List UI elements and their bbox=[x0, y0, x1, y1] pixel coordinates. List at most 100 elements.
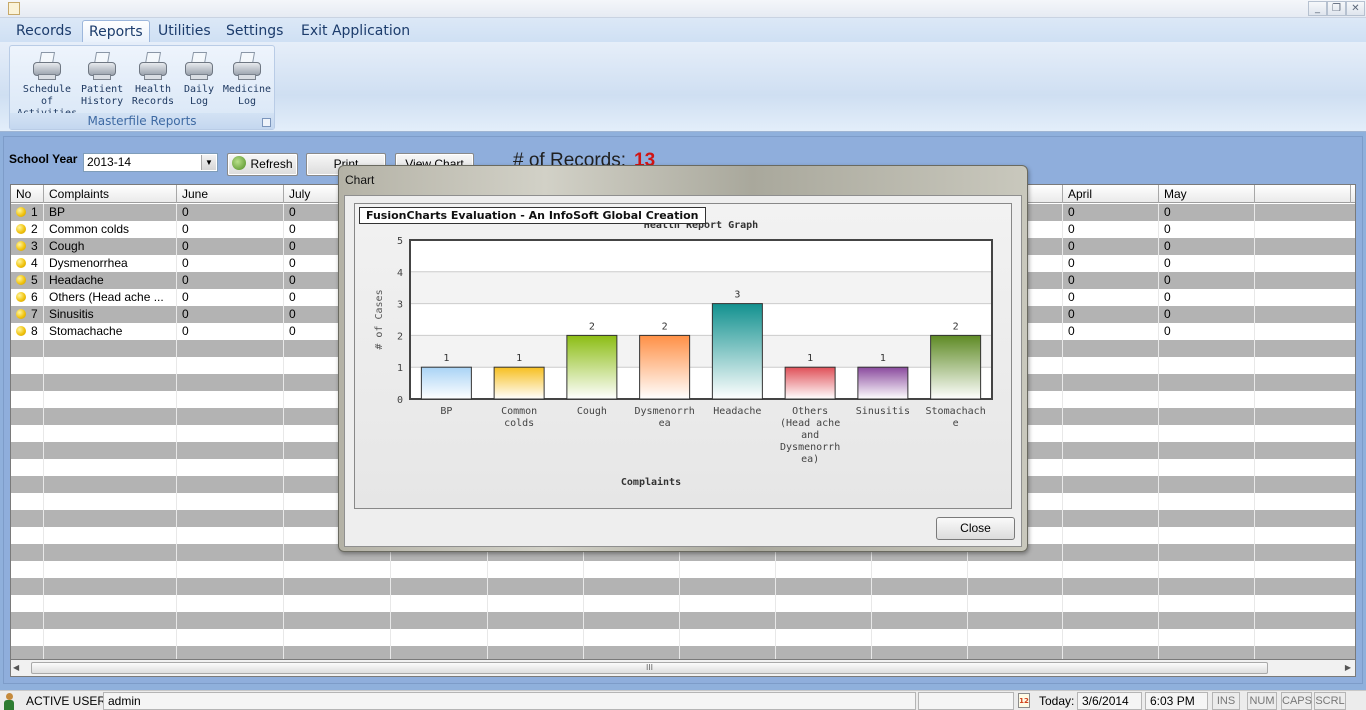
daily-log-button[interactable]: Daily Log bbox=[182, 52, 216, 108]
column-header[interactable]: June bbox=[177, 185, 284, 203]
x-tick-label: Others bbox=[792, 406, 828, 417]
empty-cell bbox=[1063, 544, 1159, 561]
horizontal-scrollbar[interactable]: ◀ III ▶ bbox=[10, 660, 1356, 677]
minimize-button[interactable]: _ bbox=[1308, 1, 1327, 16]
school-year-select[interactable]: 2013-14 ▼ bbox=[83, 153, 218, 172]
empty-cell bbox=[11, 391, 44, 408]
status-dot-icon bbox=[16, 275, 26, 285]
tab-exit-application[interactable]: Exit Application bbox=[295, 20, 416, 42]
app-icon bbox=[8, 2, 20, 15]
restore-button[interactable]: ❐ bbox=[1327, 1, 1346, 16]
printer-icon bbox=[32, 52, 62, 82]
tab-utilities[interactable]: Utilities bbox=[152, 20, 217, 42]
button-label: Log bbox=[189, 96, 209, 107]
column-header[interactable]: May bbox=[1159, 185, 1255, 203]
column-header[interactable]: April bbox=[1063, 185, 1159, 203]
table-row[interactable] bbox=[11, 629, 1355, 646]
close-window-button[interactable]: ✕ bbox=[1346, 1, 1365, 16]
may-cell: 0 bbox=[1159, 255, 1255, 272]
empty-cell bbox=[1159, 578, 1255, 595]
empty-cell bbox=[872, 612, 968, 629]
empty-cell bbox=[177, 544, 284, 561]
empty-cell bbox=[11, 340, 44, 357]
button-label: Health bbox=[134, 84, 172, 95]
tab-reports[interactable]: Reports bbox=[82, 20, 150, 42]
empty-cell bbox=[1159, 612, 1255, 629]
x-tick-label: colds bbox=[504, 418, 534, 429]
chevron-down-icon[interactable]: ▼ bbox=[201, 155, 216, 170]
empty-cell bbox=[1063, 612, 1159, 629]
empty-cell bbox=[177, 510, 284, 527]
empty-cell bbox=[1159, 391, 1255, 408]
empty-cell bbox=[776, 595, 872, 612]
x-tick-label: ea bbox=[659, 418, 671, 429]
ribbon-group-label: Masterfile Reports bbox=[10, 113, 274, 129]
row-number-cell: 6 bbox=[11, 289, 44, 306]
column-header-filler bbox=[1255, 185, 1351, 203]
tab-settings[interactable]: Settings bbox=[220, 20, 289, 42]
chart-frame: Health Report Graph 0 1 2 3 4 5 1 BP 1 Common colds… bbox=[354, 203, 1012, 509]
empty-cell bbox=[44, 476, 177, 493]
april-cell: 0 bbox=[1063, 238, 1159, 255]
table-row[interactable] bbox=[11, 595, 1355, 612]
scroll-right-icon[interactable]: ▶ bbox=[1345, 663, 1351, 672]
complaint-cell: Dysmenorrhea bbox=[44, 255, 177, 272]
medicine-log-button[interactable]: Medicine Log bbox=[222, 52, 272, 108]
april-cell: 0 bbox=[1063, 306, 1159, 323]
empty-cell bbox=[968, 646, 1063, 659]
empty-cell bbox=[11, 442, 44, 459]
school-year-value: 2013-14 bbox=[87, 155, 132, 169]
empty-cell bbox=[391, 612, 488, 629]
empty-cell bbox=[284, 612, 391, 629]
grid-band bbox=[410, 271, 992, 304]
empty-cell bbox=[968, 578, 1063, 595]
status-dot-icon bbox=[16, 207, 26, 217]
empty-cell bbox=[1063, 476, 1159, 493]
close-icon: ✕ bbox=[1351, 3, 1360, 14]
data-label: 3 bbox=[734, 290, 740, 301]
empty-cell bbox=[1063, 561, 1159, 578]
column-header[interactable]: No bbox=[11, 185, 44, 203]
row-number: 7 bbox=[31, 307, 38, 321]
x-tick-label: Cough bbox=[577, 406, 607, 417]
empty-cell bbox=[11, 578, 44, 595]
empty-cell bbox=[1159, 595, 1255, 612]
dialog-body: Health Report Graph 0 1 2 3 4 5 1 BP 1 Common colds… bbox=[344, 195, 1022, 547]
column-header[interactable]: Complaints bbox=[44, 185, 177, 203]
table-row[interactable] bbox=[11, 646, 1355, 659]
health-records-button[interactable]: Health Records bbox=[131, 52, 175, 108]
bar-common-colds bbox=[493, 366, 545, 400]
patient-history-button[interactable]: Patient History bbox=[81, 52, 123, 108]
empty-cell bbox=[680, 629, 776, 646]
table-row[interactable] bbox=[11, 578, 1355, 595]
may-cell: 0 bbox=[1159, 272, 1255, 289]
schedule-of-activities-button[interactable]: Schedule of Activities bbox=[14, 52, 80, 120]
tab-records[interactable]: Records bbox=[10, 20, 78, 42]
empty-cell bbox=[1159, 442, 1255, 459]
scroll-left-icon[interactable]: ◀ bbox=[13, 663, 19, 672]
active-user-value: admin bbox=[103, 692, 916, 710]
june-cell: 0 bbox=[177, 289, 284, 306]
empty-cell bbox=[488, 646, 584, 659]
empty-cell bbox=[44, 561, 177, 578]
empty-cell bbox=[284, 646, 391, 659]
button-label: Daily bbox=[183, 84, 215, 95]
empty-cell bbox=[284, 629, 391, 646]
row-number-cell: 8 bbox=[11, 323, 44, 340]
june-cell: 0 bbox=[177, 221, 284, 238]
table-row[interactable] bbox=[11, 612, 1355, 629]
empty-cell bbox=[872, 646, 968, 659]
refresh-button[interactable]: Refresh bbox=[227, 153, 298, 176]
empty-cell bbox=[1063, 425, 1159, 442]
dialog-launcher-icon[interactable] bbox=[262, 118, 271, 127]
close-button[interactable]: Close bbox=[936, 517, 1015, 540]
table-row[interactable] bbox=[11, 561, 1355, 578]
empty-cell bbox=[177, 476, 284, 493]
x-tick-label: Common bbox=[501, 406, 537, 417]
empty-cell bbox=[1159, 425, 1255, 442]
calendar-icon: 12 bbox=[1018, 693, 1030, 708]
empty-cell bbox=[44, 527, 177, 544]
scrollbar-thumb[interactable]: III bbox=[31, 662, 1268, 674]
empty-cell bbox=[1063, 391, 1159, 408]
refresh-icon bbox=[232, 156, 247, 170]
